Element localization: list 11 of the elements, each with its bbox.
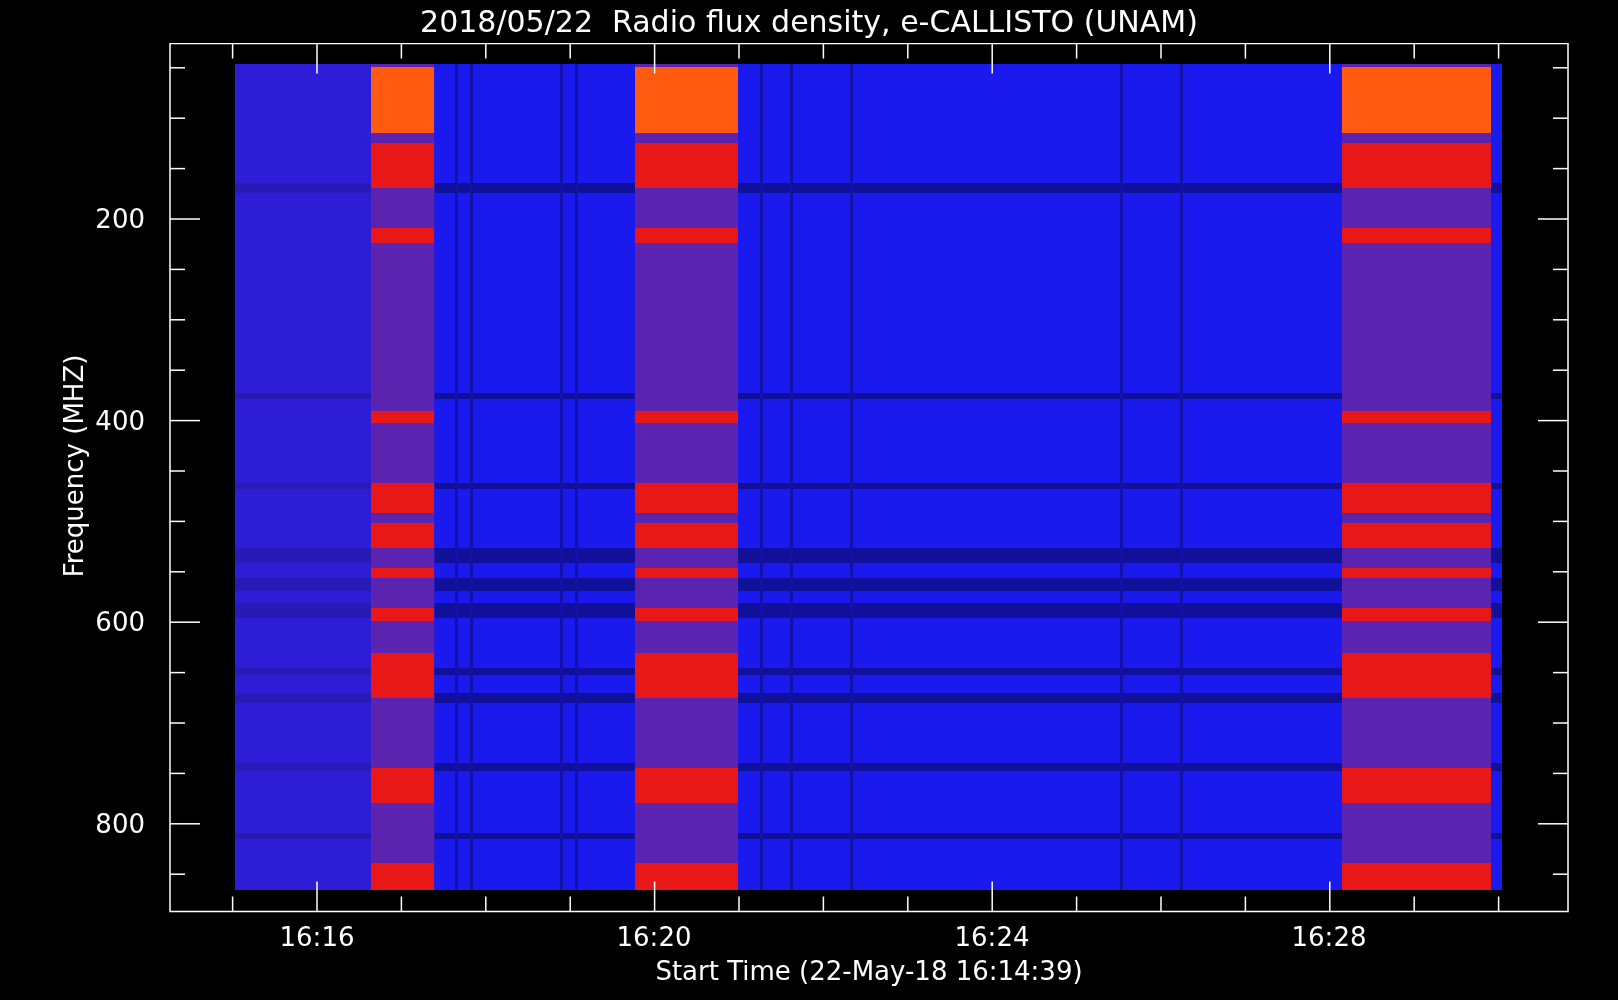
tick-label: 16:20 [616, 922, 692, 952]
axis-label: Start Time (22-May-18 16:14:39) [655, 958, 1083, 984]
tick-label: 16:24 [954, 922, 1030, 952]
tick-label: 400 [95, 406, 145, 436]
tick-label: 800 [95, 809, 145, 839]
tick-label: 16:28 [1291, 922, 1367, 952]
plot-title: 2018/05/22 Radio flux density, e-CALLISTO (UNAM) [420, 6, 1198, 37]
tick-label: 16:16 [279, 922, 355, 952]
axis-label: Frequency (MHZ) [59, 354, 89, 578]
tick-label: 600 [95, 607, 145, 637]
tick-label: 200 [95, 204, 145, 234]
